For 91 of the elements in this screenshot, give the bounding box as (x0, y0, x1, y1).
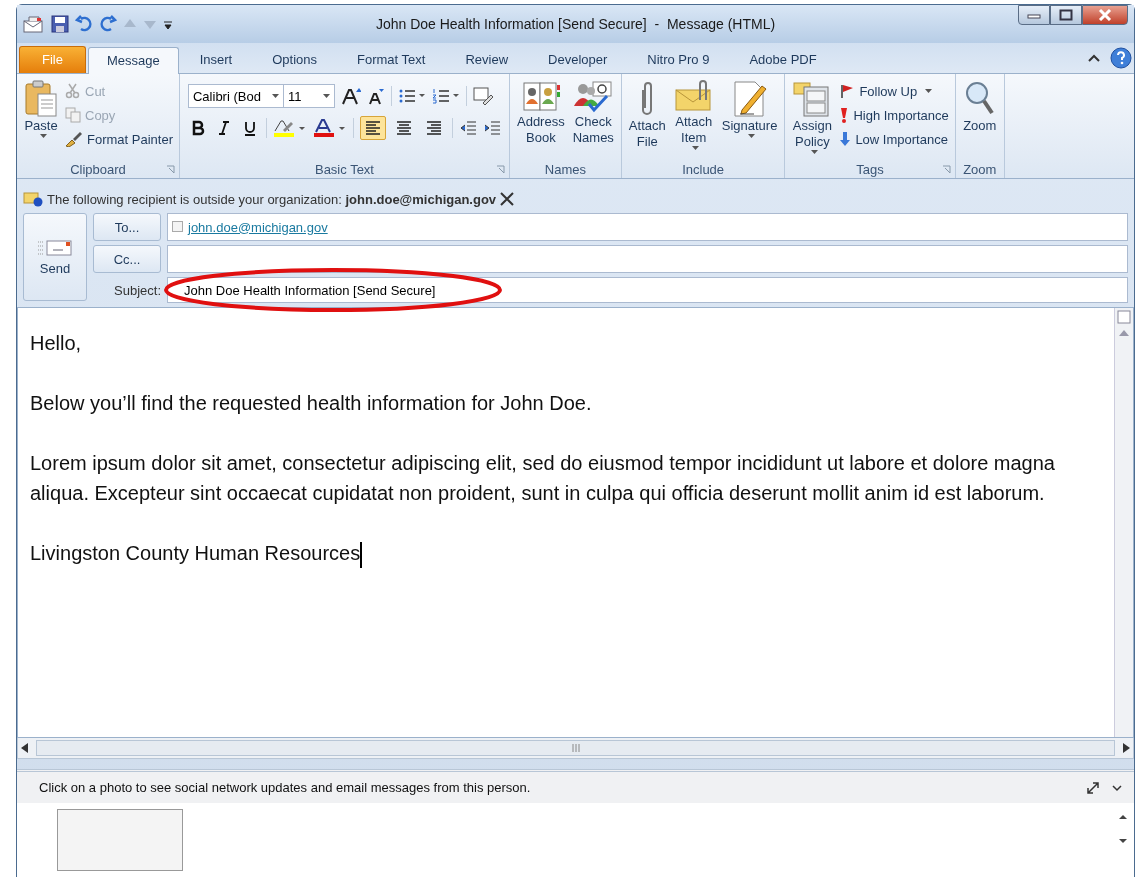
to-field[interactable]: john.doe@michigan.gov (167, 213, 1128, 241)
align-right-icon (425, 119, 443, 137)
expand-icon[interactable] (1086, 780, 1100, 795)
bold-icon (191, 120, 205, 136)
save-icon[interactable] (51, 15, 69, 33)
ribbon-button[interactable]: Assign Policy (789, 78, 836, 160)
group-label: Basic Text (314, 161, 374, 177)
horizontal-scrollbar[interactable] (17, 738, 1134, 759)
subject-label: Subject: (113, 282, 161, 298)
cc-field[interactable] (167, 245, 1128, 273)
group-label: Clipboard (70, 161, 126, 177)
ribbon-button[interactable]: Format Painter (63, 128, 175, 150)
subject-field[interactable]: John Doe Health Information [Send Secure] (167, 277, 1128, 303)
ribbon-button[interactable]: High Importance (837, 104, 951, 126)
address-book-icon (520, 80, 561, 114)
send-button[interactable]: Send (23, 213, 87, 301)
undo-icon[interactable] (75, 15, 93, 33)
ribbon-tab[interactable]: Insert (180, 46, 252, 73)
exclamation-icon (839, 107, 850, 123)
checkbox-icon (172, 221, 184, 233)
ribbon-button[interactable]: Address Book (514, 78, 568, 160)
increase-indent-icon[interactable] (483, 119, 501, 137)
decrease-indent-icon[interactable] (459, 119, 477, 137)
close-icon[interactable] (500, 192, 515, 206)
ribbon-tab[interactable]: Options (253, 46, 337, 73)
ribbon-tab[interactable]: Adobe PDF (730, 46, 836, 73)
ribbon-button[interactable]: Low Importance (837, 128, 951, 150)
envelope-info-icon (23, 191, 43, 207)
body-paragraph: Below you’ll find the requested health information for John Doe. (30, 391, 593, 416)
contact-photo-placeholder[interactable] (57, 809, 183, 871)
envelope-clip-icon (673, 80, 714, 114)
collapse-ribbon-icon[interactable] (1088, 54, 1100, 62)
caret-icon (272, 94, 279, 98)
group-label: Zoom (963, 161, 997, 177)
minimize-button[interactable] (1018, 5, 1050, 25)
styles-icon[interactable] (473, 87, 493, 105)
shrink-font-icon[interactable] (367, 87, 385, 105)
group-label: Names (544, 161, 586, 177)
scissors-icon (65, 83, 81, 99)
people-check-icon (573, 80, 614, 114)
maximize-icon (1059, 9, 1073, 21)
help-icon[interactable] (1110, 47, 1132, 69)
ribbon-button[interactable]: Paste (21, 78, 61, 160)
group-label: Tags (856, 161, 884, 177)
envelope-icon (37, 238, 73, 257)
ribbon-button[interactable]: Attach Item (670, 78, 717, 160)
body-paragraph: Lorem ipsum dolor sit amet, consectetur adipiscing elit, sed do eiusmod tempor incididunt ut labore et dolore magna aliqua. Excepteur sint occaecat cupidatat non proident, sunt in culpa qui officia deserunt mollit anim id est laborum. (30, 451, 1056, 506)
ribbon-button[interactable]: Follow Up (837, 80, 951, 102)
highlighter-icon[interactable] (273, 119, 307, 137)
ribbon-tab[interactable]: Message (87, 47, 179, 74)
ribbon-button[interactable]: Check Names (569, 78, 617, 160)
align-center-icon (395, 119, 413, 137)
align-left-icon (364, 119, 382, 137)
ribbon-tab[interactable]: Review (446, 46, 528, 73)
font-name-box[interactable]: Calibri (Bod (188, 84, 284, 108)
bullet-list-icon[interactable] (398, 88, 426, 104)
copy-icon (65, 107, 81, 123)
alignment-button[interactable] (360, 116, 386, 140)
clipboard-icon (24, 80, 58, 118)
to-button[interactable]: To... (93, 213, 161, 241)
body-paragraph: Hello, (30, 331, 83, 356)
underline-icon (243, 120, 257, 136)
cc-button[interactable]: Cc... (93, 245, 161, 273)
ribbon-tab[interactable]: Nitro Pro 9 (628, 46, 729, 73)
grow-font-icon[interactable] (341, 87, 361, 105)
people-pane-hint: Click on a photo to see social network updates and email messages from this person. (39, 780, 531, 795)
recipient-link[interactable]: john.doe@michigan.gov (188, 219, 328, 235)
window-title: John Doe Health Information [Send Secure] - Message (HTML) (374, 16, 777, 32)
ribbon-tab[interactable]: Developer (529, 46, 627, 73)
maximize-button[interactable] (1050, 5, 1082, 25)
italic-icon (217, 120, 231, 136)
minimize-icon (1027, 11, 1041, 19)
numbered-list-icon[interactable] (432, 88, 460, 104)
ribbon-button[interactable]: Zoom (959, 78, 1000, 160)
envelope-icon[interactable] (23, 15, 45, 33)
document-pencil-icon (731, 80, 768, 118)
grip-icon[interactable] (571, 744, 580, 752)
body-paragraph: Livingston County Human Resources (30, 538, 1102, 568)
down-arrow-icon (839, 131, 852, 147)
group-label: Include (682, 161, 725, 177)
font-size-box[interactable]: 11 (283, 84, 335, 108)
external-recipient-notice: The following recipient is outside your organization: john.doe@michigan.gov (47, 191, 497, 207)
ribbon-button[interactable]: Attach File (625, 78, 669, 160)
ribbon-button[interactable]: Signature (718, 78, 781, 160)
ribbon-tab[interactable]: Format Text (338, 46, 445, 73)
redo-icon[interactable] (99, 15, 117, 33)
close-button[interactable] (1082, 5, 1128, 25)
close-icon (1098, 9, 1112, 21)
paintbrush-icon (65, 131, 83, 147)
font-color-icon[interactable] (313, 119, 347, 137)
caret-icon (323, 94, 330, 98)
